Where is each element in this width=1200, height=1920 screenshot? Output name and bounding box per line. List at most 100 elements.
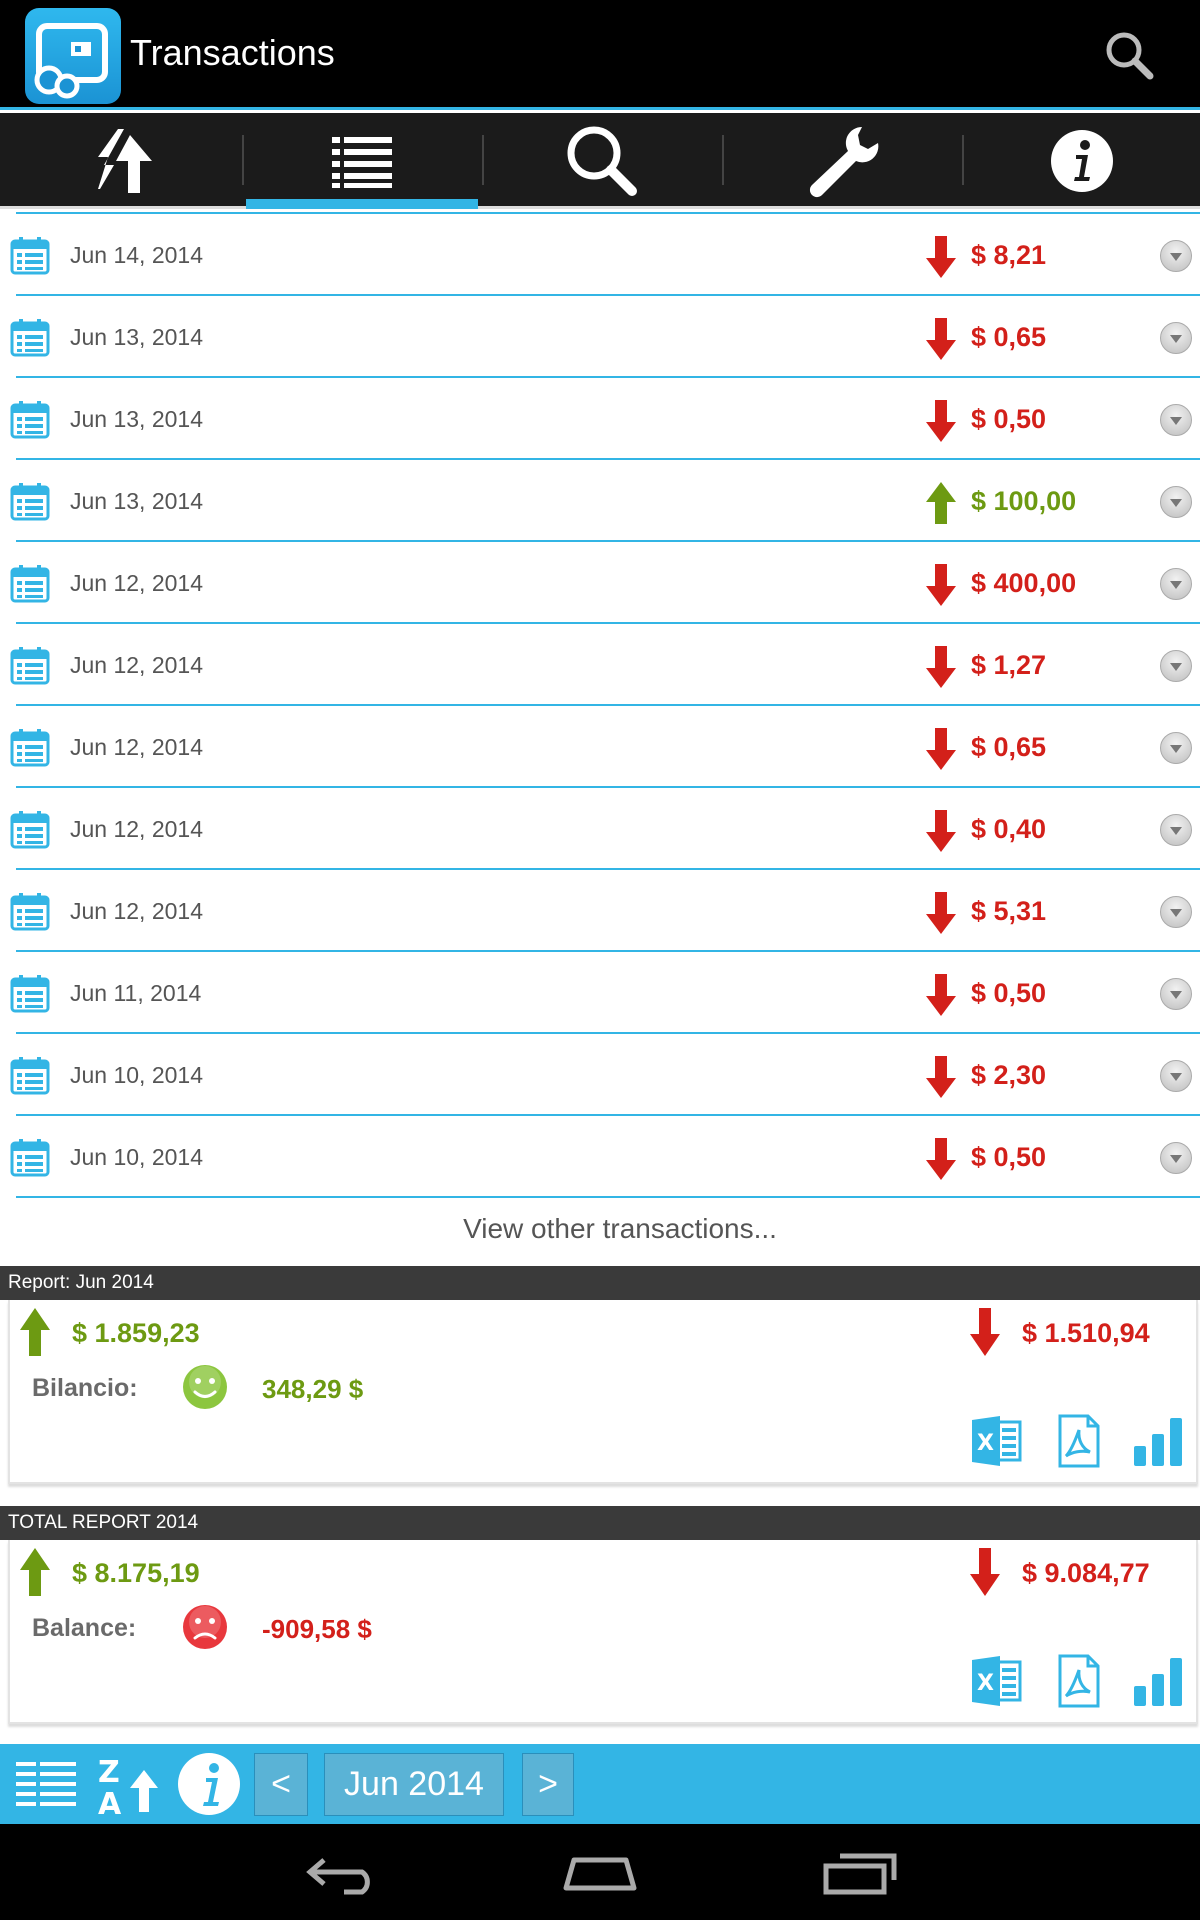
back-button[interactable] (304, 1844, 384, 1900)
expense-arrow-down-icon (970, 1548, 1000, 1596)
transaction-amount: $ 2,30 (971, 1060, 1047, 1090)
balance-value: -909,58 $ (262, 1614, 372, 1644)
pdf-export-icon[interactable] (1052, 1654, 1106, 1708)
sad-face-icon (182, 1604, 228, 1650)
report-income: $ 8.175,19 (72, 1558, 200, 1588)
transaction-row[interactable]: Jun 11, 2014 $ 0,50 (10, 952, 1200, 1034)
expand-chevron-down-icon[interactable] (1160, 896, 1192, 928)
system-navigation-bar (0, 1824, 1200, 1920)
action-bar: Transactions (0, 0, 1200, 110)
report-panel: $ 1.859,23 $ 1.510,94 Bilancio: 348,29 $ X (8, 1300, 1198, 1484)
transaction-amount: $ 0,50 (971, 1142, 1047, 1172)
expand-chevron-down-icon[interactable] (1160, 486, 1192, 518)
transaction-row[interactable]: Jun 13, 2014 $ 0,65 (10, 296, 1200, 378)
sort-z-a-icon[interactable]: Z A (96, 1752, 162, 1822)
sync-arrows-icon (98, 129, 152, 193)
excel-export-icon[interactable]: X (970, 1414, 1024, 1468)
report-panel: $ 8.175,19 $ 9.084,77 Balance: -909,58 $ X (8, 1540, 1198, 1724)
expense-arrow-down-icon (926, 974, 956, 1016)
back-arrow-icon (306, 1858, 370, 1895)
balance-label: Balance: (32, 1614, 137, 1642)
transaction-date: Jun 13, 2014 (70, 406, 204, 432)
svg-text:X: X (977, 1671, 994, 1696)
transaction-row[interactable]: Jun 10, 2014 $ 0,50 (10, 1116, 1200, 1198)
calendar-icon (10, 400, 50, 440)
calendar-icon (10, 318, 50, 358)
transaction-row[interactable]: Jun 12, 2014 $ 0,65 (10, 706, 1200, 788)
pdf-export-icon[interactable] (1052, 1414, 1106, 1468)
previous-month-button[interactable]: < (254, 1753, 308, 1816)
calendar-icon (10, 974, 50, 1014)
calendar-icon (10, 564, 50, 604)
transaction-row[interactable]: Jun 12, 2014 $ 0,40 (10, 788, 1200, 870)
next-month-button[interactable]: > (522, 1753, 574, 1816)
transaction-row[interactable]: Jun 12, 2014 $ 5,31 (10, 870, 1200, 952)
current-month-button[interactable]: Jun 2014 (324, 1753, 504, 1816)
expand-chevron-down-icon[interactable] (1160, 322, 1192, 354)
transaction-row[interactable]: Jun 12, 2014 $ 400,00 (10, 542, 1200, 624)
expand-chevron-down-icon[interactable] (1160, 732, 1192, 764)
search-icon (1106, 32, 1154, 80)
tab-info[interactable] (962, 113, 1200, 209)
balance-label: Bilancio: (32, 1374, 138, 1402)
home-button[interactable] (560, 1844, 640, 1900)
search-button[interactable] (1100, 28, 1160, 84)
tab-search[interactable] (482, 113, 722, 209)
info-icon[interactable] (176, 1752, 242, 1816)
tab-bar (0, 113, 1200, 209)
calendar-icon (10, 482, 50, 522)
svg-text:Z: Z (98, 1755, 120, 1790)
expand-chevron-down-icon[interactable] (1160, 978, 1192, 1010)
calendar-icon (10, 892, 50, 932)
report-income: $ 1.859,23 (72, 1318, 200, 1348)
transaction-date: Jun 13, 2014 (70, 488, 204, 514)
expense-arrow-down-icon (926, 236, 956, 278)
excel-export-icon[interactable]: X (970, 1654, 1024, 1708)
report-title: TOTAL REPORT 2014 (0, 1506, 1200, 1540)
transaction-row[interactable]: Jun 10, 2014 $ 2,30 (10, 1034, 1200, 1116)
expand-chevron-down-icon[interactable] (1160, 1060, 1192, 1092)
transaction-amount: $ 5,31 (971, 896, 1047, 926)
income-arrow-up-icon (926, 482, 956, 524)
transaction-amount: $ 0,50 (971, 978, 1047, 1008)
expense-arrow-down-icon (926, 810, 956, 852)
transaction-date: Jun 14, 2014 (70, 242, 204, 268)
tab-sync[interactable] (0, 113, 240, 209)
bottom-toolbar: Z A < Jun 2014 > (0, 1744, 1200, 1824)
transaction-row[interactable]: Jun 13, 2014 $ 0,50 (10, 378, 1200, 460)
expand-chevron-down-icon[interactable] (1160, 240, 1192, 272)
income-arrow-up-icon (20, 1308, 50, 1356)
transaction-row[interactable]: Jun 13, 2014 $ 100,00 (10, 460, 1200, 542)
transaction-amount: $ 1,27 (971, 650, 1047, 680)
expand-chevron-down-icon[interactable] (1160, 650, 1192, 682)
tab-list[interactable] (242, 113, 482, 209)
calendar-icon (10, 728, 50, 768)
expand-chevron-down-icon[interactable] (1160, 814, 1192, 846)
transaction-date: Jun 10, 2014 (70, 1144, 204, 1170)
app-title: Transactions (130, 32, 335, 73)
transaction-amount: $ 0,65 (971, 732, 1047, 762)
expand-chevron-down-icon[interactable] (1160, 1142, 1192, 1174)
transaction-date: Jun 12, 2014 (70, 898, 204, 924)
expense-arrow-down-icon (926, 892, 956, 934)
transaction-amount: $ 0,40 (971, 814, 1047, 844)
transaction-row[interactable]: Jun 14, 2014 $ 8,21 (10, 212, 1200, 296)
transaction-row[interactable]: Jun 12, 2014 $ 1,27 (10, 624, 1200, 706)
transaction-date: Jun 12, 2014 (70, 652, 204, 678)
calendar-icon (10, 646, 50, 686)
expand-chevron-down-icon[interactable] (1160, 568, 1192, 600)
transaction-date: Jun 11, 2014 (70, 980, 202, 1006)
tab-tools[interactable] (722, 113, 962, 209)
detail-list-icon[interactable] (14, 1752, 80, 1816)
bar-chart-icon[interactable] (1132, 1654, 1186, 1708)
expense-arrow-down-icon (926, 564, 956, 606)
transaction-list: Jun 14, 2014 $ 8,21 Jun 13, 2014 $ 0,65 Jun … (0, 212, 1200, 1198)
app-root: Transactions Jun 14, 2014 $ 8,21 Jun 13,… (0, 0, 1200, 1920)
bar-chart-icon[interactable] (1132, 1414, 1186, 1468)
expand-chevron-down-icon[interactable] (1160, 404, 1192, 436)
transaction-date: Jun 12, 2014 (70, 570, 204, 596)
transaction-amount: $ 0,50 (971, 404, 1047, 434)
recent-apps-button[interactable] (820, 1844, 900, 1900)
app-logo-icon[interactable] (25, 8, 121, 104)
view-other-transactions-link[interactable]: View other transactions... (0, 1213, 1200, 1245)
